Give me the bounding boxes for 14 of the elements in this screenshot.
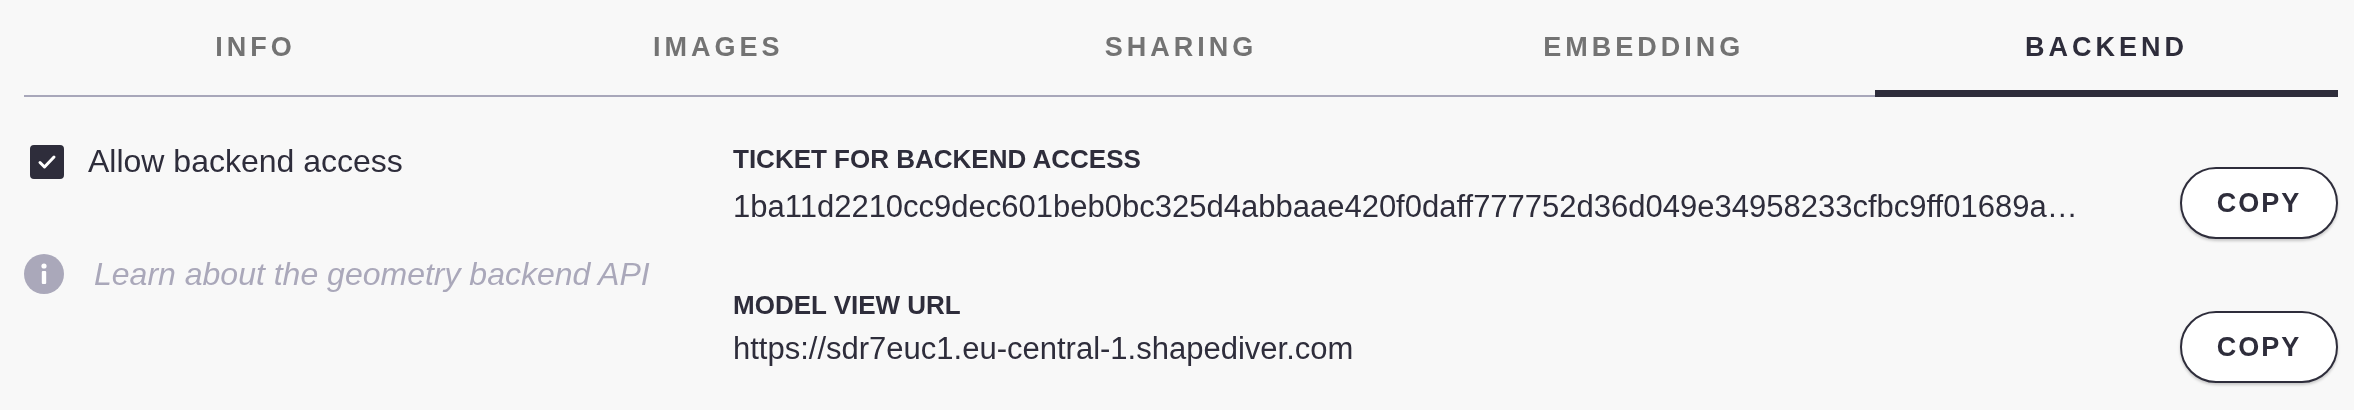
copy-button[interactable]: COPY xyxy=(2180,311,2338,383)
field-value: 1ba11d2210cc9dec601beb0bc325d4abbaae420f0daff777752d36d049e34958233cfbc9ff01689a… xyxy=(733,188,2078,225)
checkbox[interactable] xyxy=(30,144,64,179)
copy-button[interactable]: COPY xyxy=(2180,167,2338,239)
field-title: TICKET FOR BACKEND ACCESS xyxy=(733,143,1142,175)
tab[interactable]: BACKEND xyxy=(1875,0,2338,97)
field-value: https://sdr7euc1.eu-central-1.shapediver.com xyxy=(733,330,1354,367)
tab[interactable]: SHARING xyxy=(949,0,1413,97)
tab[interactable]: INFO xyxy=(24,0,487,97)
info-icon xyxy=(24,254,64,294)
tab[interactable]: EMBEDDING xyxy=(1412,0,1876,97)
checkbox-label: Allow backend access xyxy=(88,143,403,180)
tab[interactable]: IMAGES xyxy=(486,0,950,97)
field-title: MODEL VIEW URL xyxy=(733,289,962,321)
